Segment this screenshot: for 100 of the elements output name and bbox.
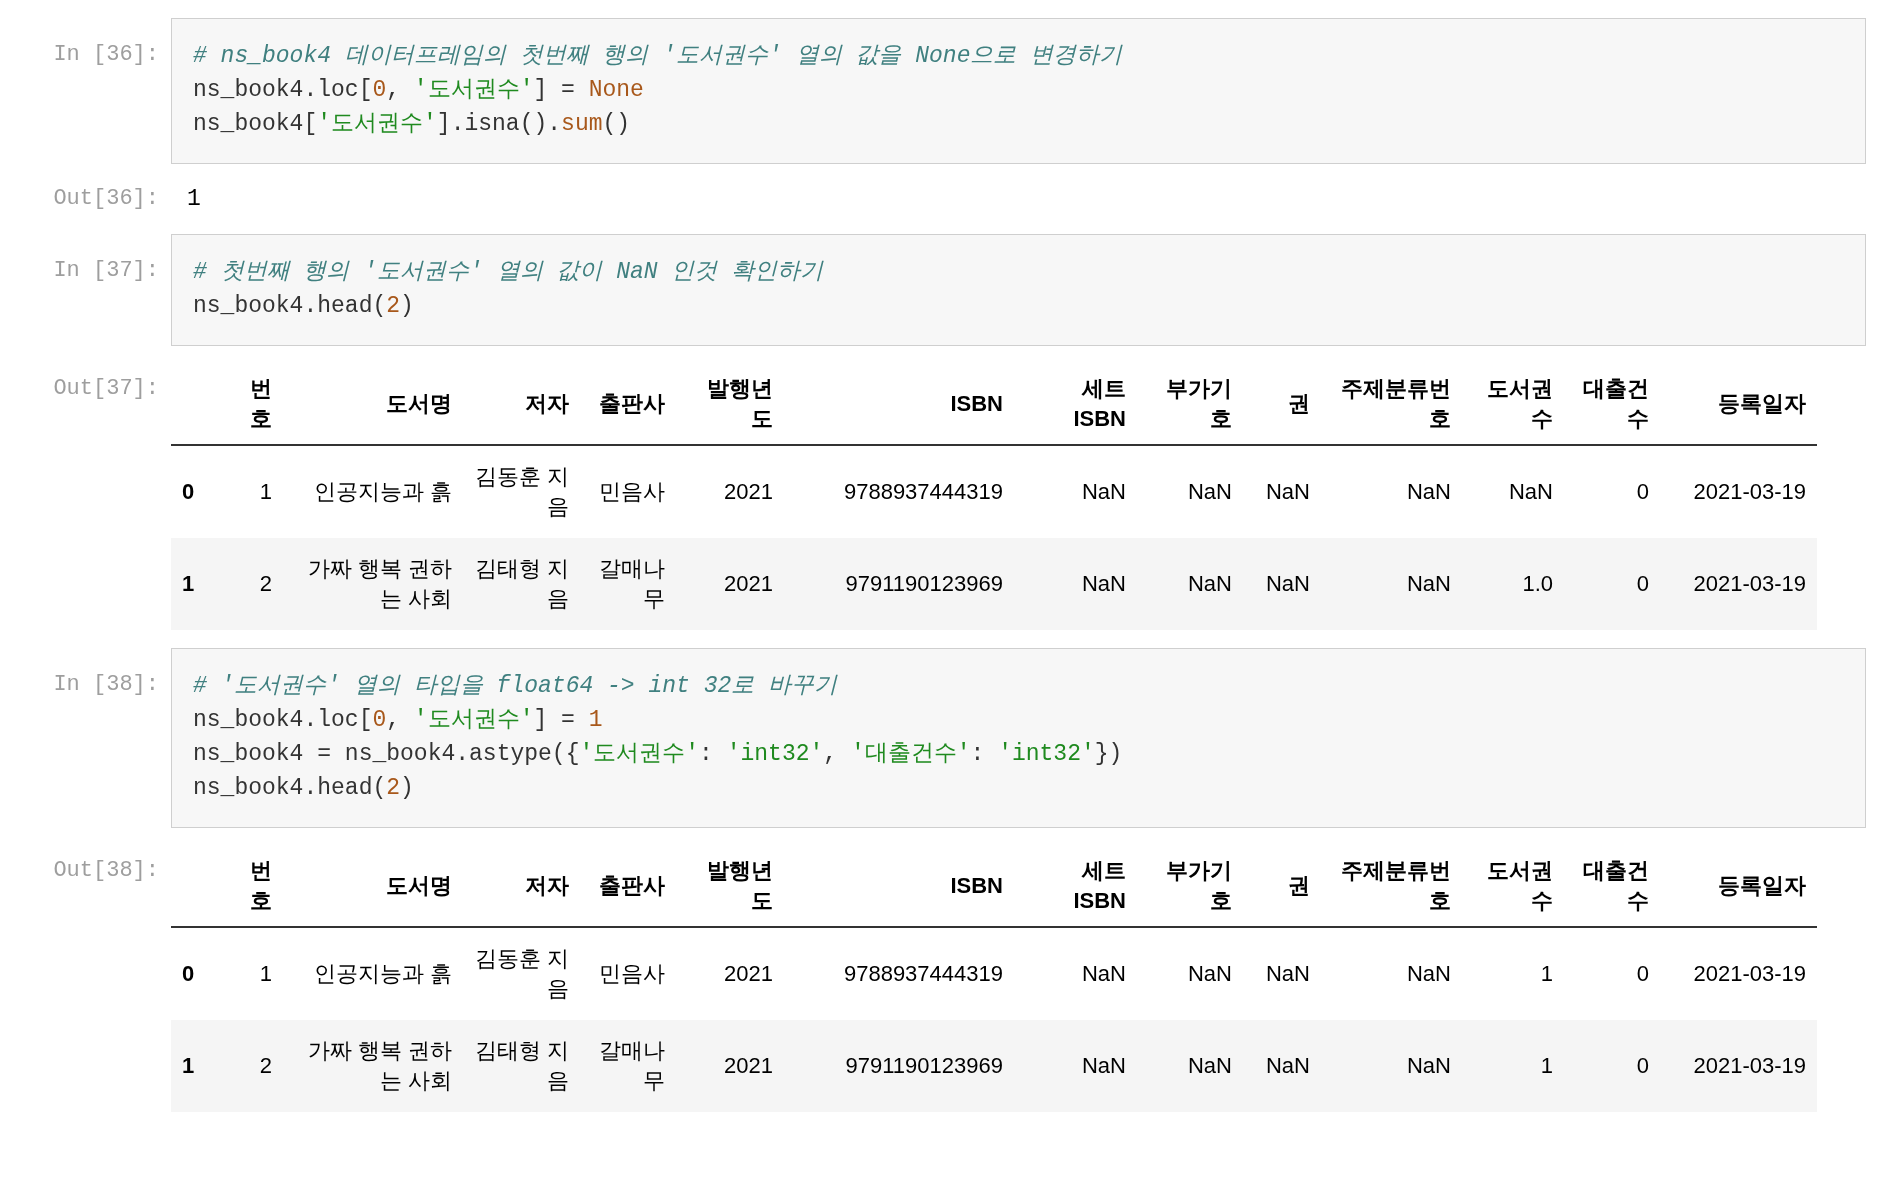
column-header: 발행년도 [707, 376, 773, 431]
table-cell: 김동훈 지음 [474, 946, 569, 1001]
table-cell: 민음사 [599, 961, 665, 986]
table-cell: 1 [1540, 961, 1553, 986]
table-cell: NaN [1266, 1053, 1310, 1078]
code-line: ns_book4 = ns_book4.astype({'도서권수': 'int32', '대출건수': 'int32'}) [193, 740, 1123, 769]
cell-prompt: Out[36]: [53, 186, 159, 211]
column-header: 대출건수 [1583, 858, 1649, 913]
table-cell: 갈매나무 [599, 1038, 665, 1093]
table-cell: NaN [1188, 1053, 1232, 1078]
column-header: 번호 [250, 376, 272, 431]
column-header: 부가기호 [1166, 376, 1232, 431]
column-header: 출판사 [599, 391, 665, 416]
code-line: # '도서권수' 열의 타입을 float64 -> int 32로 바꾸기 [193, 672, 838, 701]
column-header: 도서권수 [1487, 858, 1553, 913]
table-cell: NaN [1082, 571, 1126, 596]
table-cell: 1 [259, 479, 272, 504]
column-header: 등록일자 [1718, 391, 1806, 416]
table-cell: 2021 [724, 961, 773, 986]
code-line: # 첫번째 행의 '도서권수' 열의 값이 NaN 인것 확인하기 [193, 258, 824, 287]
table-cell: 0 [1636, 571, 1649, 596]
column-header: 도서명 [386, 873, 452, 898]
table-cell: 인공지능과 흙 [313, 479, 452, 504]
table-cell: 1.0 [1522, 571, 1553, 596]
code-input[interactable]: # '도서권수' 열의 타입을 float64 -> int 32로 바꾸기 ns_book4.loc[0, '도서권수'] = 1 ns_book4 = ns_book4.astype({'도서권수': 'int32', '대출건수': 'int32'}) ns_book4.head(2) [171, 648, 1866, 828]
table-cell: 1 [259, 961, 272, 986]
column-header: ISBN [950, 391, 1003, 416]
row-index: 0 [182, 961, 195, 986]
cell-prompt: In [37]: [53, 258, 159, 283]
column-header: 세트 ISBN [1073, 376, 1126, 431]
cell-prompt: In [36]: [53, 42, 159, 67]
column-header: 권 [1288, 873, 1310, 898]
table-cell: 2 [259, 1053, 272, 1078]
table-cell: NaN [1266, 961, 1310, 986]
table-cell: 2021-03-19 [1693, 479, 1806, 504]
table-cell: NaN [1082, 1053, 1126, 1078]
code-input[interactable]: # 첫번째 행의 '도서권수' 열의 값이 NaN 인것 확인하기 ns_book4.head(2) [171, 234, 1866, 346]
column-header: 세트 ISBN [1073, 858, 1126, 913]
table-cell: 가짜 행복 권하는 사회 [307, 556, 452, 611]
table-cell: 2021-03-19 [1693, 961, 1806, 986]
code-line: ns_book4['도서권수'].isna().sum() [193, 110, 631, 139]
table-cell: 2 [259, 571, 272, 596]
code-input[interactable]: # ns_book4 데이터프레임의 첫번째 행의 '도서권수' 열의 값을 None으로 변경하기 ns_book4.loc[0, '도서권수'] = None ns_book4['도서권수'].isna().sum() [171, 18, 1866, 164]
table-cell: 0 [1636, 1053, 1649, 1078]
table-cell: 2021 [724, 571, 773, 596]
code-line: ns_book4.loc[0, '도서권수'] = None [193, 76, 644, 105]
table-cell: 9791190123969 [845, 571, 1003, 596]
row-index: 1 [182, 571, 195, 596]
column-header: ISBN [950, 873, 1003, 898]
column-header: 도서권수 [1487, 376, 1553, 431]
column-header: 저자 [525, 391, 569, 416]
code-line: ns_book4.loc[0, '도서권수'] = 1 [193, 706, 603, 735]
table-cell: 9788937444319 [843, 479, 1003, 504]
table-cell: 2021-03-19 [1693, 571, 1806, 596]
column-header: 발행년도 [707, 858, 773, 913]
code-line: ns_book4.head(2) [193, 292, 414, 321]
cell-prompt: Out[37]: [53, 376, 159, 401]
table-cell: 갈매나무 [599, 556, 665, 611]
table-cell: 가짜 행복 권하는 사회 [307, 1038, 452, 1093]
table-cell: NaN [1082, 961, 1126, 986]
table-cell: 9788937444319 [843, 961, 1003, 986]
column-header: 대출건수 [1583, 376, 1649, 431]
table-cell: 1 [1540, 1053, 1553, 1078]
table-cell: 9791190123969 [845, 1053, 1003, 1078]
table-cell: 김동훈 지음 [474, 464, 569, 519]
table-cell: 2021-03-19 [1693, 1053, 1806, 1078]
table-cell: 2021 [724, 479, 773, 504]
table-cell: NaN [1407, 1053, 1451, 1078]
table-cell: NaN [1188, 961, 1232, 986]
table-cell: NaN [1407, 571, 1451, 596]
table-cell: 김태형 지음 [474, 556, 569, 611]
code-line: # ns_book4 데이터프레임의 첫번째 행의 '도서권수' 열의 값을 None으로 변경하기 [193, 42, 1123, 71]
table-cell: NaN [1509, 479, 1553, 504]
column-header: 주제분류번호 [1341, 376, 1451, 431]
column-header: 도서명 [386, 391, 452, 416]
table-cell: 2021 [724, 1053, 773, 1078]
cell-prompt: Out[38]: [53, 858, 159, 883]
row-index: 1 [182, 1053, 195, 1078]
table-cell: NaN [1188, 479, 1232, 504]
column-header: 등록일자 [1718, 873, 1806, 898]
table-cell: 김태형 지음 [474, 1038, 569, 1093]
table-cell: NaN [1188, 571, 1232, 596]
table-cell: NaN [1082, 479, 1126, 504]
column-header: 저자 [525, 873, 569, 898]
table-cell: 인공지능과 흙 [313, 961, 452, 986]
row-index: 0 [182, 479, 195, 504]
table-cell: 민음사 [599, 479, 665, 504]
table-cell: NaN [1266, 571, 1310, 596]
column-header: 출판사 [599, 873, 665, 898]
table-cell: NaN [1407, 479, 1451, 504]
table-cell: 0 [1636, 479, 1649, 504]
table-cell: NaN [1266, 479, 1310, 504]
table-cell: 0 [1636, 961, 1649, 986]
column-header: 번호 [250, 858, 272, 913]
column-header: 주제분류번호 [1341, 858, 1451, 913]
column-header: 부가기호 [1166, 858, 1232, 913]
cell-prompt: In [38]: [53, 672, 159, 697]
column-header: 권 [1288, 391, 1310, 416]
output-text: 1 [186, 185, 201, 214]
code-line: ns_book4.head(2) [193, 774, 414, 803]
